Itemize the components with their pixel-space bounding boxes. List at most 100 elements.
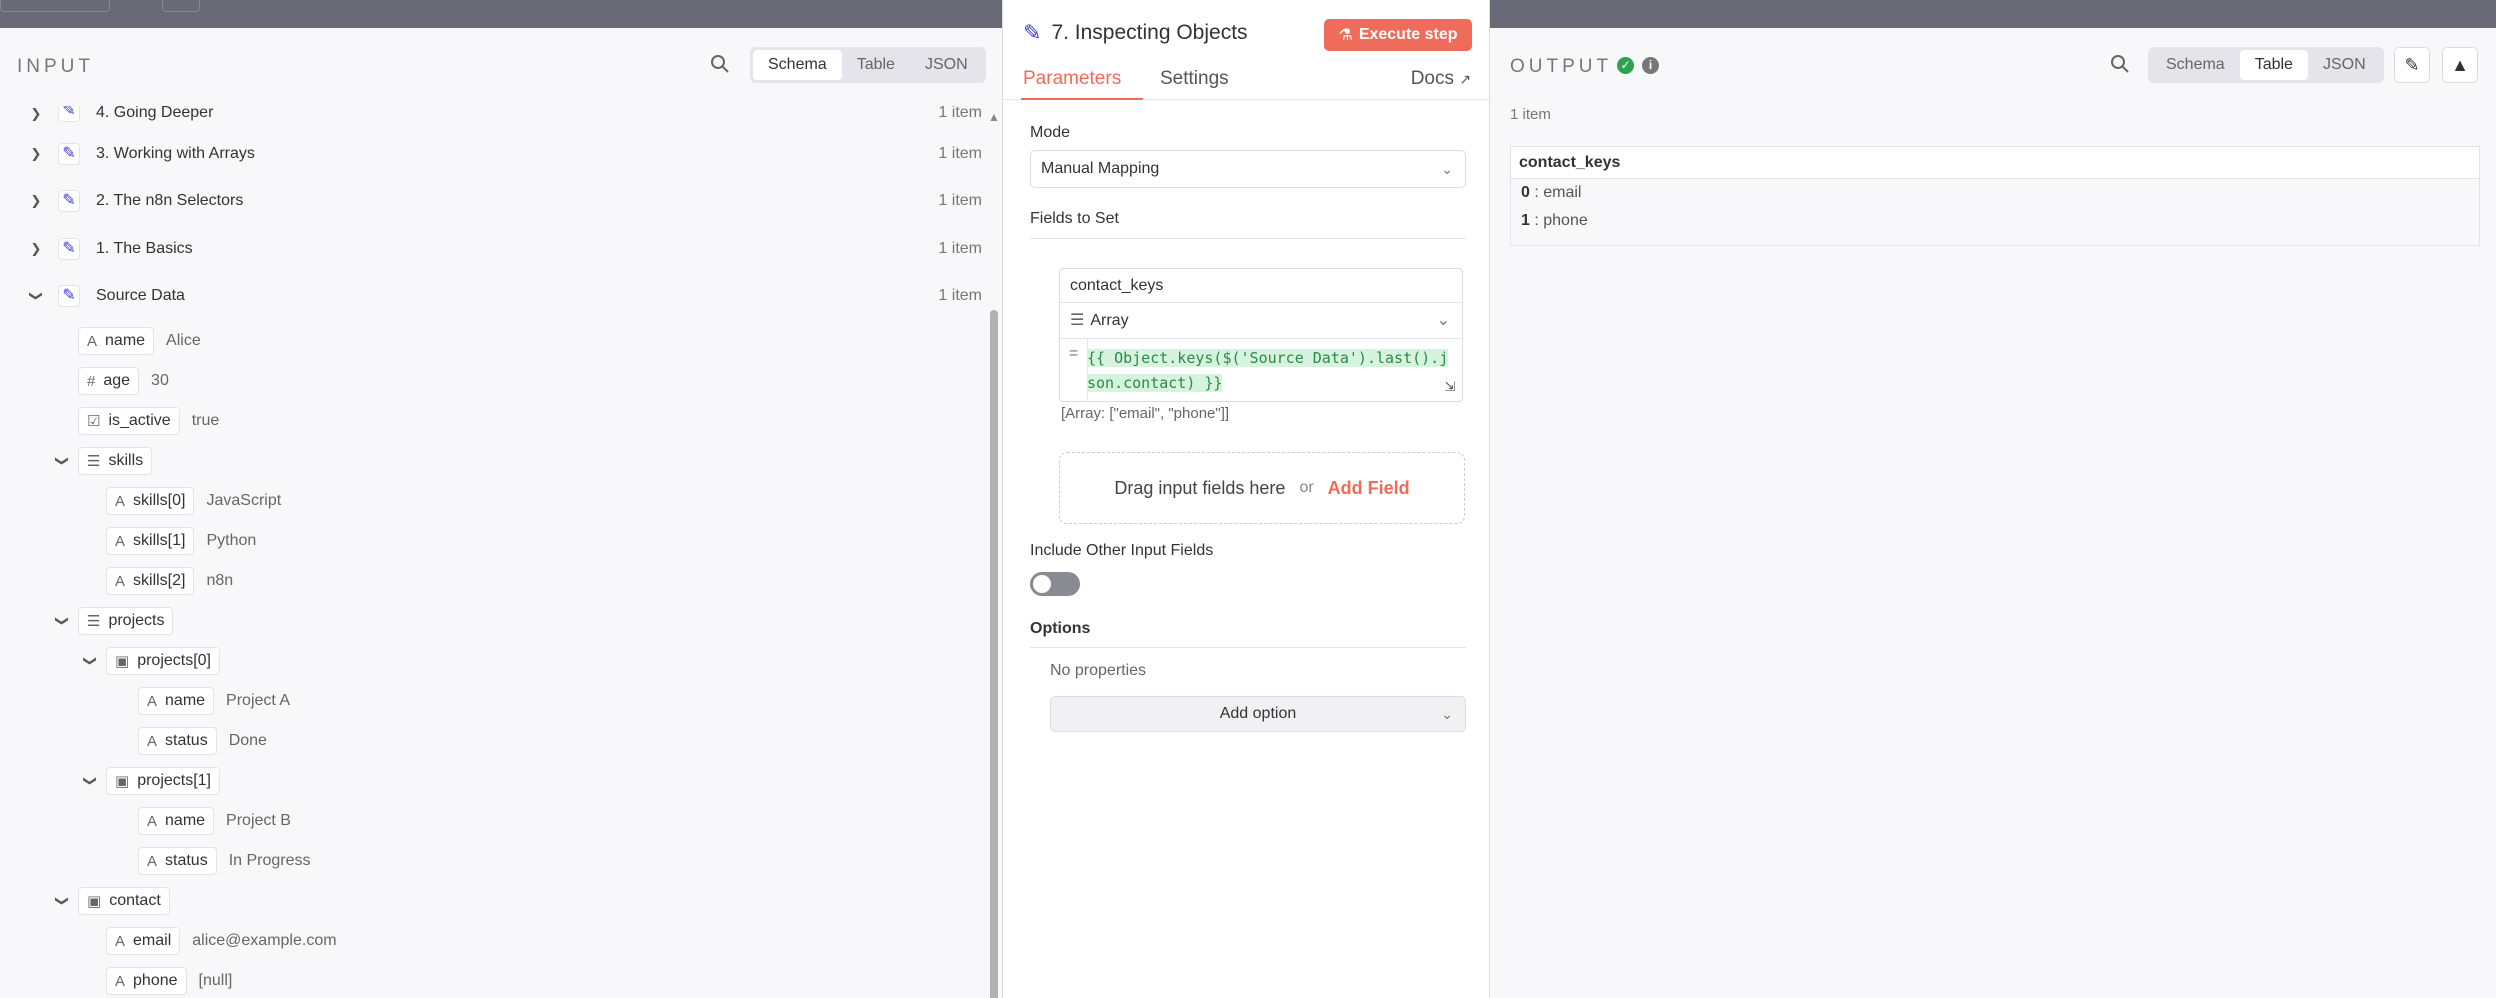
schema-field[interactable]: Aname Project B (138, 804, 291, 838)
pencil-icon: ✎ (2404, 55, 2420, 75)
no-properties-text: No properties (1050, 662, 1147, 679)
tab-settings[interactable]: Settings (1160, 68, 1229, 90)
string-type-icon: A (115, 972, 126, 990)
input-view-schema[interactable]: Schema (753, 50, 842, 80)
string-type-icon: A (115, 532, 126, 550)
docs-link[interactable]: Docs ↗ (1411, 68, 1471, 90)
schema-field[interactable]: Astatus In Progress (138, 844, 311, 878)
item-count: 1 item (938, 192, 982, 209)
schema-field[interactable]: ❯ ▣ contact (54, 884, 170, 918)
schema-field[interactable]: ☑ is_active true (78, 404, 219, 438)
output-view-schema[interactable]: Schema (2151, 50, 2240, 80)
expression-result: [Array: ["email", "phone"]] (1061, 405, 1230, 422)
tab-parameters[interactable]: Parameters (1023, 68, 1121, 90)
field-value: In Progress (228, 852, 311, 869)
field-value: alice@example.com (192, 932, 337, 949)
chevron-down-icon[interactable]: ❯ (54, 893, 70, 909)
drop-zone[interactable]: Drag input fields here or Add Field (1059, 452, 1465, 524)
tree-node-row[interactable]: ❯ ✎ 2. The n8n Selectors 1 item (0, 184, 1000, 218)
table-row[interactable]: 1 : phone (1511, 207, 2479, 235)
schema-field[interactable]: Astatus Done (138, 724, 267, 758)
mode-label: Mode (1030, 124, 1071, 141)
item-count: 1 item (938, 287, 982, 304)
output-item-count: 1 item (1510, 106, 1551, 123)
chevron-right-icon[interactable]: ❯ (28, 193, 44, 209)
include-fields-label: Include Other Input Fields (1030, 542, 1214, 559)
chevron-down-icon: ⌄ (1436, 312, 1450, 329)
string-type-icon: A (147, 812, 158, 830)
field-value: Alice (166, 332, 201, 349)
chevron-right-icon[interactable]: ❯ (28, 241, 44, 257)
item-count: 1 item (938, 240, 982, 257)
pin-data-button[interactable]: ▲ (2442, 47, 2478, 83)
mode-select[interactable]: Manual Mapping ⌄ (1030, 150, 1466, 188)
chevron-down-icon[interactable]: ❯ (54, 453, 70, 469)
chevron-down-icon[interactable]: ❯ (54, 613, 70, 629)
boolean-type-icon: ☑ (87, 413, 101, 430)
search-icon[interactable] (2110, 54, 2130, 79)
search-icon[interactable] (710, 54, 730, 79)
object-type-icon: ▣ (87, 893, 102, 910)
options-label: Options (1030, 620, 1091, 637)
input-view-json[interactable]: JSON (910, 50, 983, 80)
chevron-right-icon[interactable]: ❯ (28, 106, 44, 122)
chevron-down-icon[interactable]: ❯ (82, 653, 98, 669)
output-table: contact_keys 0 : email 1 : phone (1510, 146, 2480, 246)
chevron-down-icon: ⌄ (1441, 160, 1453, 177)
tree-node-row[interactable]: ❯ ✎ Source Data 1 item (0, 279, 1000, 313)
schema-field[interactable]: # age 30 (78, 364, 169, 398)
schema-field[interactable]: Aemail alice@example.com (106, 924, 337, 958)
tree-node-row[interactable]: ❯ ✎ 1. The Basics 1 item (0, 232, 1000, 266)
tree-node-label: 1. The Basics (96, 240, 193, 257)
tree-node-row[interactable]: ❯ ✎ 4. Going Deeper 1 item (0, 106, 1000, 128)
expression-equals-icon: = (1060, 339, 1088, 401)
object-type-icon: ▣ (115, 773, 130, 790)
field-type-select[interactable]: ☰ Array ⌄ (1060, 303, 1462, 339)
include-fields-toggle[interactable] (1030, 572, 1080, 596)
active-tab-indicator (1021, 98, 1143, 100)
field-name-input[interactable]: contact_keys (1060, 269, 1462, 303)
field-value: 30 (151, 372, 169, 389)
chevron-down-icon[interactable]: ❯ (82, 773, 98, 789)
schema-field[interactable]: Aphone [null] (106, 964, 232, 998)
scroll-up-icon[interactable]: ▲ (988, 110, 1000, 124)
schema-field[interactable]: ❯ ▣ projects[0] (82, 644, 220, 678)
chevron-right-icon[interactable]: ❯ (28, 146, 44, 162)
output-view-json[interactable]: JSON (2308, 50, 2381, 80)
schema-field[interactable]: Aname Alice (78, 324, 201, 358)
tree-node-row[interactable]: ❯ ✎ 3. Working with Arrays 1 item (0, 137, 1000, 171)
canvas-node-ghost (162, 0, 200, 12)
scrollbar[interactable] (990, 310, 998, 998)
field-value: [null] (198, 972, 233, 989)
add-field-button[interactable]: Add Field (1328, 478, 1410, 499)
table-row[interactable]: 0 : email (1511, 179, 2479, 207)
pencil-icon: ✎ (1023, 20, 1042, 45)
chevron-down-icon[interactable]: ❯ (28, 288, 44, 304)
schema-field[interactable]: Askills[1] Python (106, 524, 256, 558)
schema-field[interactable]: ❯ ▣ projects[1] (82, 764, 220, 798)
tree-node-label: 3. Working with Arrays (96, 145, 255, 162)
schema-field[interactable]: ❯ ☰ skills (54, 444, 153, 478)
node-title[interactable]: 7. Inspecting Objects (1051, 21, 1247, 45)
success-check-icon: ✓ (1617, 57, 1634, 74)
string-type-icon: A (147, 732, 158, 750)
schema-field[interactable]: Aname Project A (138, 684, 290, 718)
tree-node-label: 4. Going Deeper (96, 106, 214, 121)
edit-output-button[interactable]: ✎ (2394, 47, 2430, 83)
output-view-table[interactable]: Table (2239, 50, 2308, 80)
expression-editor[interactable]: {{ Object.keys($('Source Data').last().j… (1087, 346, 1449, 396)
execute-step-button[interactable]: ⚗ Execute step (1324, 19, 1472, 51)
string-type-icon: A (147, 692, 158, 710)
flask-icon: ⚗ (1338, 27, 1353, 44)
schema-field[interactable]: Askills[0] JavaScript (106, 484, 281, 518)
info-icon[interactable]: i (1642, 57, 1659, 74)
schema-field[interactable]: Askills[2] n8n (106, 564, 233, 598)
field-value: Project B (226, 812, 291, 829)
add-option-button[interactable]: Add option ⌄ (1050, 696, 1466, 732)
number-type-icon: # (87, 372, 96, 390)
schema-field[interactable]: ❯ ☰ projects (54, 604, 174, 638)
input-view-table[interactable]: Table (842, 50, 910, 80)
external-link-icon: ↗ (1459, 71, 1471, 87)
tree-node-label: Source Data (96, 287, 185, 304)
item-count: 1 item (938, 145, 982, 162)
